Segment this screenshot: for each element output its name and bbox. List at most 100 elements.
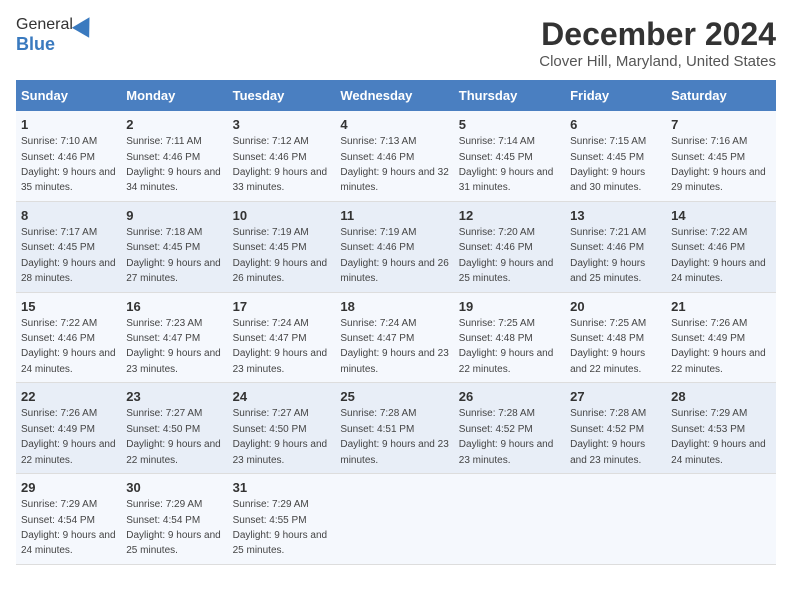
day-number: 7 [671, 116, 771, 134]
day-number: 28 [671, 388, 771, 406]
calendar-week-row: 22 Sunrise: 7:26 AM Sunset: 4:49 PM Dayl… [16, 383, 776, 474]
calendar-cell: 14 Sunrise: 7:22 AM Sunset: 4:46 PM Dayl… [666, 201, 776, 292]
calendar-cell: 6 Sunrise: 7:15 AM Sunset: 4:45 PM Dayli… [565, 111, 666, 201]
calendar-cell: 23 Sunrise: 7:27 AM Sunset: 4:50 PM Dayl… [121, 383, 227, 474]
calendar-cell [454, 474, 565, 565]
calendar-cell: 15 Sunrise: 7:22 AM Sunset: 4:46 PM Dayl… [16, 292, 121, 383]
header-saturday: Saturday [666, 80, 776, 111]
day-sunrise: Sunrise: 7:29 AM [671, 408, 747, 419]
calendar-cell: 25 Sunrise: 7:28 AM Sunset: 4:51 PM Dayl… [335, 383, 453, 474]
day-sunset: Sunset: 4:45 PM [671, 152, 745, 163]
day-daylight: Daylight: 9 hours and 26 minutes. [340, 258, 448, 284]
header-sunday: Sunday [16, 80, 121, 111]
logo-icon [72, 12, 98, 38]
day-sunrise: Sunrise: 7:25 AM [570, 318, 646, 329]
day-sunrise: Sunrise: 7:29 AM [126, 499, 202, 510]
day-number: 25 [340, 388, 448, 406]
day-sunset: Sunset: 4:54 PM [21, 515, 95, 526]
day-sunset: Sunset: 4:45 PM [570, 152, 644, 163]
day-sunset: Sunset: 4:48 PM [570, 333, 644, 344]
day-number: 31 [233, 479, 331, 497]
day-number: 10 [233, 207, 331, 225]
day-sunrise: Sunrise: 7:29 AM [233, 499, 309, 510]
calendar-cell: 24 Sunrise: 7:27 AM Sunset: 4:50 PM Dayl… [228, 383, 336, 474]
day-daylight: Daylight: 9 hours and 35 minutes. [21, 167, 116, 193]
day-number: 29 [21, 479, 116, 497]
calendar-cell: 17 Sunrise: 7:24 AM Sunset: 4:47 PM Dayl… [228, 292, 336, 383]
day-daylight: Daylight: 9 hours and 24 minutes. [671, 258, 766, 284]
day-daylight: Daylight: 9 hours and 27 minutes. [126, 258, 221, 284]
day-sunrise: Sunrise: 7:24 AM [340, 318, 416, 329]
calendar-cell: 18 Sunrise: 7:24 AM Sunset: 4:47 PM Dayl… [335, 292, 453, 383]
day-number: 22 [21, 388, 116, 406]
day-sunset: Sunset: 4:46 PM [21, 152, 95, 163]
day-sunset: Sunset: 4:45 PM [21, 242, 95, 253]
day-number: 1 [21, 116, 116, 134]
day-daylight: Daylight: 9 hours and 24 minutes. [671, 439, 766, 465]
day-daylight: Daylight: 9 hours and 23 minutes. [233, 439, 328, 465]
calendar-cell: 16 Sunrise: 7:23 AM Sunset: 4:47 PM Dayl… [121, 292, 227, 383]
day-daylight: Daylight: 9 hours and 31 minutes. [459, 167, 554, 193]
day-sunrise: Sunrise: 7:16 AM [671, 136, 747, 147]
day-daylight: Daylight: 9 hours and 30 minutes. [570, 167, 645, 193]
day-sunset: Sunset: 4:45 PM [459, 152, 533, 163]
day-daylight: Daylight: 9 hours and 23 minutes. [459, 439, 554, 465]
day-number: 18 [340, 298, 448, 316]
calendar-cell: 26 Sunrise: 7:28 AM Sunset: 4:52 PM Dayl… [454, 383, 565, 474]
day-daylight: Daylight: 9 hours and 23 minutes. [126, 348, 221, 374]
day-number: 21 [671, 298, 771, 316]
day-sunset: Sunset: 4:53 PM [671, 424, 745, 435]
day-number: 16 [126, 298, 222, 316]
day-sunset: Sunset: 4:46 PM [459, 242, 533, 253]
day-daylight: Daylight: 9 hours and 23 minutes. [233, 348, 328, 374]
day-sunrise: Sunrise: 7:14 AM [459, 136, 535, 147]
day-sunrise: Sunrise: 7:29 AM [21, 499, 97, 510]
day-number: 19 [459, 298, 560, 316]
day-sunrise: Sunrise: 7:11 AM [126, 136, 201, 147]
calendar-cell: 30 Sunrise: 7:29 AM Sunset: 4:54 PM Dayl… [121, 474, 227, 565]
day-sunset: Sunset: 4:50 PM [126, 424, 200, 435]
title-block: December 2024 Clover Hill, Maryland, Uni… [539, 16, 776, 70]
day-sunrise: Sunrise: 7:28 AM [459, 408, 535, 419]
day-daylight: Daylight: 9 hours and 22 minutes. [21, 439, 116, 465]
day-sunset: Sunset: 4:46 PM [126, 152, 200, 163]
day-daylight: Daylight: 9 hours and 25 minutes. [233, 530, 328, 556]
day-number: 12 [459, 207, 560, 225]
calendar-cell: 5 Sunrise: 7:14 AM Sunset: 4:45 PM Dayli… [454, 111, 565, 201]
day-sunrise: Sunrise: 7:17 AM [21, 227, 97, 238]
calendar-cell: 2 Sunrise: 7:11 AM Sunset: 4:46 PM Dayli… [121, 111, 227, 201]
day-number: 24 [233, 388, 331, 406]
logo-blue-text: Blue [16, 34, 55, 55]
day-daylight: Daylight: 9 hours and 24 minutes. [21, 530, 116, 556]
day-daylight: Daylight: 9 hours and 23 minutes. [570, 439, 645, 465]
day-sunset: Sunset: 4:47 PM [233, 333, 307, 344]
day-daylight: Daylight: 9 hours and 23 minutes. [340, 348, 448, 374]
page-subtitle: Clover Hill, Maryland, United States [539, 53, 776, 70]
calendar-cell [666, 474, 776, 565]
day-sunrise: Sunrise: 7:20 AM [459, 227, 535, 238]
day-daylight: Daylight: 9 hours and 24 minutes. [21, 348, 116, 374]
calendar-cell [335, 474, 453, 565]
day-daylight: Daylight: 9 hours and 33 minutes. [233, 167, 328, 193]
day-number: 9 [126, 207, 222, 225]
day-number: 8 [21, 207, 116, 225]
day-sunset: Sunset: 4:47 PM [126, 333, 200, 344]
header-monday: Monday [121, 80, 227, 111]
day-number: 5 [459, 116, 560, 134]
calendar-table: Sunday Monday Tuesday Wednesday Thursday… [16, 80, 776, 565]
day-number: 15 [21, 298, 116, 316]
day-sunrise: Sunrise: 7:23 AM [126, 318, 202, 329]
day-sunrise: Sunrise: 7:12 AM [233, 136, 309, 147]
day-sunrise: Sunrise: 7:28 AM [570, 408, 646, 419]
day-sunrise: Sunrise: 7:26 AM [671, 318, 747, 329]
day-number: 13 [570, 207, 661, 225]
calendar-cell: 7 Sunrise: 7:16 AM Sunset: 4:45 PM Dayli… [666, 111, 776, 201]
day-sunset: Sunset: 4:51 PM [340, 424, 414, 435]
calendar-cell: 22 Sunrise: 7:26 AM Sunset: 4:49 PM Dayl… [16, 383, 121, 474]
day-number: 26 [459, 388, 560, 406]
calendar-cell: 3 Sunrise: 7:12 AM Sunset: 4:46 PM Dayli… [228, 111, 336, 201]
day-sunset: Sunset: 4:46 PM [21, 333, 95, 344]
day-sunrise: Sunrise: 7:18 AM [126, 227, 202, 238]
day-sunset: Sunset: 4:50 PM [233, 424, 307, 435]
day-number: 20 [570, 298, 661, 316]
